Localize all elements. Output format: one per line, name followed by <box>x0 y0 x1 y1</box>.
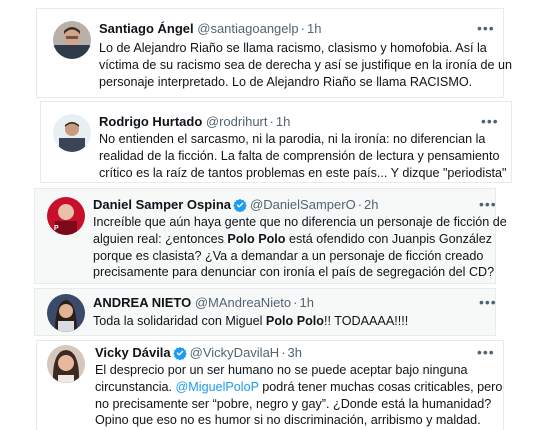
text-segment: !! TODAAAA!!!! <box>324 314 409 328</box>
text-segment: crítico es la raíz de tantos problemas e… <box>99 165 507 180</box>
text-segment: víctima de su racismo sea de derecha y a… <box>99 57 513 72</box>
tweet-card-santiago[interactable]: Santiago Ángel @santiagoangelp · 1h ••• Lo… <box>36 8 512 98</box>
highlighted-term: Polo Polo <box>227 231 286 246</box>
tweet-text: El desprecio por un ser humano no se pue… <box>95 362 502 429</box>
highlighted-term: Polo Polo <box>265 314 324 328</box>
tweet-text-line: realidad de la ficción. La falta de comp… <box>99 148 507 165</box>
timestamp[interactable]: 3h <box>288 345 302 360</box>
more-options-icon[interactable]: ••• <box>477 21 495 35</box>
more-options-icon[interactable]: ••• <box>479 295 497 309</box>
text-segment: porque es clasista? ¿Va a demandar a un … <box>93 248 484 263</box>
author-handle[interactable]: @MAndreaNieto <box>195 295 291 310</box>
author-name[interactable]: Santiago Ángel <box>99 21 194 36</box>
text-segment: Increíble que aún haya gente que no dife… <box>93 215 507 229</box>
tweet-text-line: Toda la solidaridad con Miguel Polo Polo… <box>93 313 408 330</box>
text-segment: no precisamente ser “pobre, negro y gay”… <box>95 396 492 411</box>
avatar[interactable]: P <box>47 197 85 235</box>
author-name[interactable]: Rodrigo Hurtado <box>99 114 202 129</box>
tweet-card-vicky[interactable]: Vicky Dávila @VickyDavilaH · 3h ••• El desp… <box>36 340 504 430</box>
timestamp[interactable]: 1h <box>300 295 314 310</box>
author-handle[interactable]: @santiagoangelp <box>197 21 298 36</box>
author-handle[interactable]: @DanielSamperO <box>250 197 356 212</box>
avatar[interactable] <box>47 345 85 383</box>
timestamp[interactable]: 1h <box>276 114 290 129</box>
text-segment: El desprecio por un ser humano no se pue… <box>95 363 468 377</box>
author-name[interactable]: Daniel Samper Ospina <box>93 197 231 212</box>
author-handle[interactable]: @rodrihurt <box>206 114 268 129</box>
text-segment: Opino que eso no es humor si no discrimi… <box>95 413 481 428</box>
text-segment: realidad de la ficción. La falta de comp… <box>99 148 500 163</box>
text-segment: podrá tener muchas cosas criticables, pe… <box>258 379 503 394</box>
tweet-header: Santiago Ángel @santiagoangelp · 1h <box>99 21 322 36</box>
text-segment: Toda la solidaridad con Miguel <box>93 314 266 328</box>
avatar[interactable] <box>53 114 91 152</box>
avatar[interactable] <box>47 294 85 332</box>
tweet-text: Increíble que aún haya gente que no dife… <box>93 214 507 281</box>
tweet-text-line: víctima de su racismo sea de derecha y a… <box>99 57 512 74</box>
avatar[interactable] <box>53 21 91 59</box>
tweet-text: No entienden el sarcasmo, ni la parodia,… <box>99 131 507 181</box>
tweet-card-daniel[interactable]: P Daniel Samper Ospina @DanielSamperO · 2h … <box>34 188 507 284</box>
mention-link[interactable]: @MiguelPoloP <box>176 380 259 394</box>
text-segment: personaje interpretado. Lo de Alejandro … <box>99 74 473 89</box>
tweet-text-line: porque es clasista? ¿Va a demandar a un … <box>93 248 507 265</box>
tweet-text-line: Increíble que aún haya gente que no dife… <box>93 214 507 231</box>
tweet-text-line: circunstancia. @MiguelPoloP podrá tener … <box>95 379 502 396</box>
tweet-text-line: crítico es la raíz de tantos problemas e… <box>99 165 507 182</box>
author-name[interactable]: Vicky Dávila <box>95 345 171 360</box>
svg-text:P: P <box>54 225 59 232</box>
author-name[interactable]: ANDREA NIETO <box>93 295 191 310</box>
tweet-header: ANDREA NIETO @MAndreaNieto · 1h <box>93 295 314 310</box>
more-options-icon[interactable]: ••• <box>477 345 495 359</box>
tweet-text-line: Lo de Alejandro Riaño se llama racismo, … <box>99 40 512 57</box>
text-segment: alguien real: ¿entonces <box>93 231 228 246</box>
more-options-icon[interactable]: ••• <box>481 114 499 128</box>
text-segment: está ofendido con Juanpis González <box>285 231 493 246</box>
tweet-text-line: El desprecio por un ser humano no se pue… <box>95 362 502 379</box>
tweet-text-line: no precisamente ser “pobre, negro y gay”… <box>95 396 502 413</box>
tweet-text: Toda la solidaridad con Miguel Polo Polo… <box>93 313 408 330</box>
text-segment: precisamente para denunciar con ironía e… <box>93 265 495 280</box>
text-segment: Lo de Alejandro Riaño se llama racismo, … <box>99 41 487 55</box>
text-segment: circunstancia. <box>95 379 176 394</box>
tweet-text: Lo de Alejandro Riaño se llama racismo, … <box>99 40 512 90</box>
tweet-text-line: No entienden el sarcasmo, ni la parodia,… <box>99 131 507 148</box>
text-segment: No entienden el sarcasmo, ni la parodia,… <box>99 132 486 146</box>
tweet-text-line: personaje interpretado. Lo de Alejandro … <box>99 74 512 91</box>
tweet-header: Rodrigo Hurtado @rodrihurt · 1h <box>99 114 291 129</box>
tweet-card-rodrigo[interactable]: Rodrigo Hurtado @rodrihurt · 1h ••• No ent… <box>40 101 512 183</box>
timestamp[interactable]: 1h <box>307 21 321 36</box>
timestamp[interactable]: 2h <box>364 197 378 212</box>
tweet-text-line: Opino que eso no es humor si no discrimi… <box>95 412 502 429</box>
tweet-text-line: precisamente para denunciar con ironía e… <box>93 264 507 281</box>
more-options-icon[interactable]: ••• <box>479 197 497 211</box>
author-handle[interactable]: @VickyDavilaH <box>190 345 280 360</box>
tweet-text-line: alguien real: ¿entonces Polo Polo está o… <box>93 231 507 248</box>
tweet-card-andrea[interactable]: ANDREA NIETO @MAndreaNieto · 1h ••• Toda l… <box>34 288 496 336</box>
